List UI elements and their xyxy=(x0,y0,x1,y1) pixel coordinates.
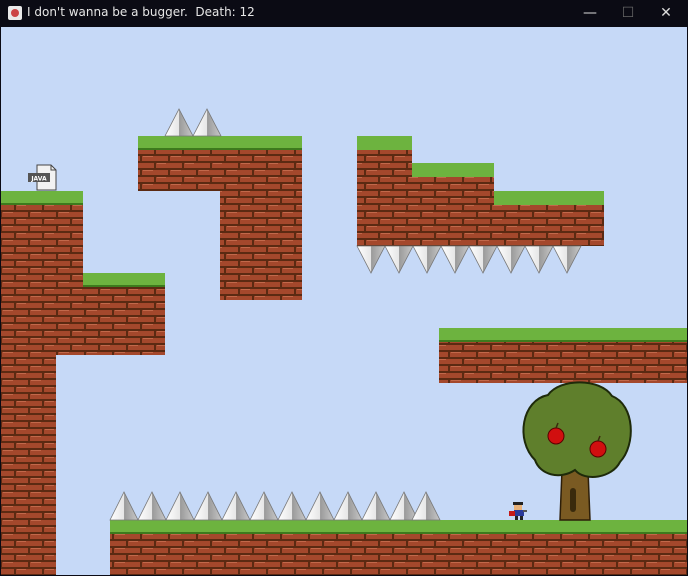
right-ledge-platform xyxy=(439,328,687,383)
ground-floor-platform xyxy=(110,520,687,575)
save-point-label: JAVA xyxy=(30,176,47,183)
game-window: I don't wanna be a bugger. Death: 12 — ☐… xyxy=(0,0,688,576)
maximize-button[interactable]: ☐ xyxy=(610,0,646,27)
window-title: I don't wanna be a bugger. Death: 12 xyxy=(27,5,255,19)
minimize-button[interactable]: — xyxy=(572,0,608,27)
left-step-platform xyxy=(83,273,165,355)
apple xyxy=(547,427,565,445)
close-button[interactable]: ✕ xyxy=(648,0,684,27)
game-canvas[interactable]: JAVA xyxy=(1,27,687,575)
title-bar[interactable]: I don't wanna be a bugger. Death: 12 — ☐… xyxy=(0,0,688,27)
java-app-icon xyxy=(8,6,22,20)
apple xyxy=(589,440,607,458)
